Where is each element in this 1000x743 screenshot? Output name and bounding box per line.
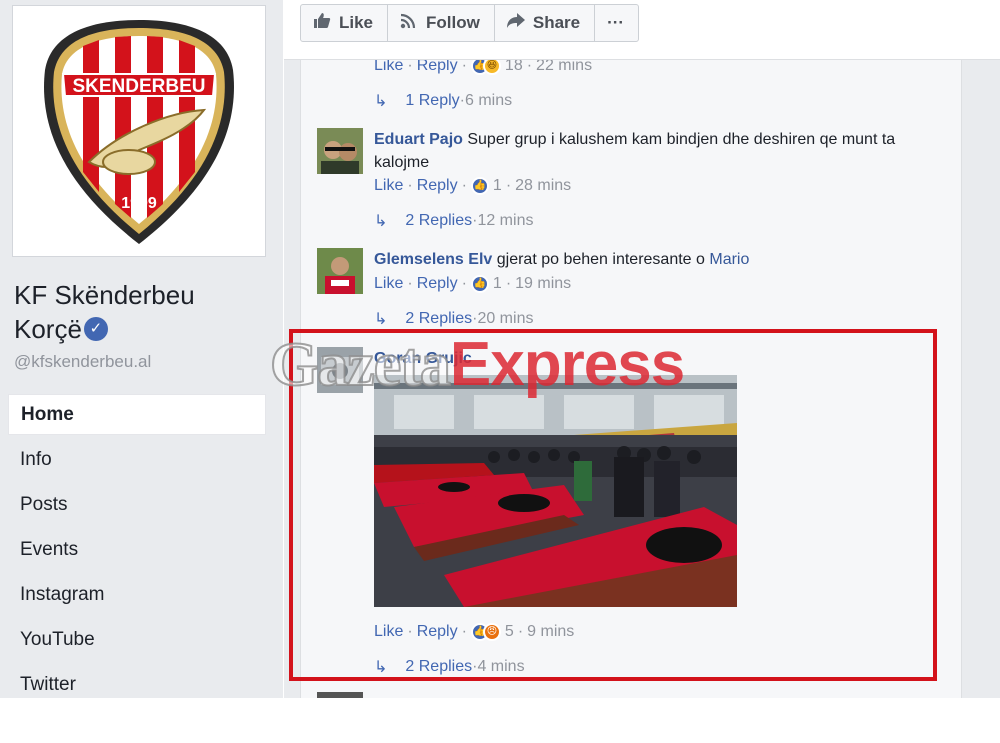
page-navigation: Home Info Posts Events Instagram YouTube… bbox=[8, 394, 266, 709]
like-page-label: Like bbox=[339, 13, 374, 32]
more-options-button[interactable]: ··· bbox=[595, 5, 638, 41]
rss-icon bbox=[400, 13, 418, 34]
watermark: GazetaExpress bbox=[269, 330, 685, 400]
mention-link[interactable]: Mario bbox=[709, 251, 749, 268]
comment-author[interactable]: Glemselens Elv bbox=[374, 251, 492, 268]
comment-time[interactable]: 22 mins bbox=[536, 60, 592, 75]
watermark-gazeta: Gazeta bbox=[269, 330, 452, 400]
comment-time[interactable]: 28 mins bbox=[515, 177, 571, 195]
comment-like-link[interactable]: Like bbox=[374, 275, 403, 293]
replies-time: 20 mins bbox=[477, 310, 534, 327]
reply-arrow-icon: ↳ bbox=[374, 213, 388, 230]
like-reaction-icon: 👍 bbox=[470, 275, 489, 293]
like-page-button[interactable]: Like bbox=[301, 5, 389, 41]
page-title[interactable]: KF Skënderbeu Korçë ✓ bbox=[14, 278, 264, 346]
comment-text: gjerat po behen interesante o bbox=[496, 251, 710, 268]
crest-banner-text: SKENDERBEU bbox=[72, 76, 205, 97]
replies-time: 12 mins bbox=[477, 212, 534, 229]
comment-actions: Like · Reply · 👍 😆 18 · 22 mins bbox=[374, 60, 592, 75]
crest-year-text: 1909 bbox=[121, 195, 157, 212]
nav-item-youtube[interactable]: YouTube bbox=[8, 619, 266, 664]
comment-time[interactable]: 19 mins bbox=[515, 275, 571, 293]
nav-item-home[interactable]: Home bbox=[8, 394, 266, 435]
comment-author[interactable]: Eduart Pajo bbox=[374, 131, 463, 148]
left-sidebar: SKENDERBEU 1909 KF Skënderbeu Korçë ✓ @kf… bbox=[0, 0, 283, 698]
comment-like-link[interactable]: Like bbox=[374, 60, 403, 75]
view-replies[interactable]: ↳ 1 Reply · 6 mins bbox=[374, 91, 512, 111]
page-handle[interactable]: @kfskenderbeu.al bbox=[14, 352, 151, 372]
comment-reply-link[interactable]: Reply bbox=[417, 177, 458, 195]
share-page-button[interactable]: Share bbox=[495, 5, 596, 41]
nav-item-instagram[interactable]: Instagram bbox=[8, 574, 266, 619]
profile-picture[interactable]: SKENDERBEU 1909 bbox=[12, 5, 266, 257]
facebook-page: SKENDERBEU 1909 KF Skënderbeu Korçë ✓ @kf… bbox=[0, 0, 1000, 743]
share-arrow-icon bbox=[506, 13, 525, 33]
thumbs-up-icon bbox=[313, 12, 331, 34]
reaction-count[interactable]: 18 bbox=[505, 60, 523, 75]
avatar[interactable] bbox=[317, 692, 363, 698]
comment-body: Eduart Pajo Super grup i kalushem kam bi… bbox=[374, 128, 934, 174]
reply-arrow-icon: ↳ bbox=[374, 311, 388, 328]
haha-reaction-icon: 😆 bbox=[482, 60, 501, 75]
comment-reply-link[interactable]: Reply bbox=[417, 60, 458, 75]
verified-check-icon: ✓ bbox=[83, 317, 108, 342]
avatar[interactable] bbox=[317, 248, 363, 294]
page-action-bar: Like Follow Share ··· bbox=[284, 0, 1000, 60]
follow-page-button[interactable]: Follow bbox=[388, 5, 495, 41]
replies-time: 6 mins bbox=[464, 92, 513, 109]
reply-arrow-icon: ↳ bbox=[374, 93, 388, 110]
nav-item-events[interactable]: Events bbox=[8, 529, 266, 574]
club-crest-logo: SKENDERBEU 1909 bbox=[44, 20, 234, 244]
follow-page-label: Follow bbox=[426, 13, 480, 32]
nav-item-info[interactable]: Info bbox=[8, 439, 266, 484]
action-button-group: Like Follow Share ··· bbox=[300, 4, 640, 42]
nav-item-posts[interactable]: Posts bbox=[8, 484, 266, 529]
comment-like-link[interactable]: Like bbox=[374, 177, 403, 195]
replies-link[interactable]: 2 Replies bbox=[405, 310, 472, 328]
like-reaction-icon: 👍 bbox=[470, 177, 489, 195]
nav-item-twitter[interactable]: Twitter bbox=[8, 664, 266, 709]
view-replies[interactable]: ↳ 2 Replies · 12 mins bbox=[374, 211, 533, 231]
comment-actions: Like · Reply · 👍 1 · 28 mins bbox=[374, 177, 572, 195]
reaction-count[interactable]: 1 bbox=[493, 275, 502, 293]
reaction-count[interactable]: 1 bbox=[493, 177, 502, 195]
replies-link[interactable]: 2 Replies bbox=[405, 212, 472, 230]
replies-link[interactable]: 1 Reply bbox=[405, 92, 459, 110]
comment-actions: Like · Reply · 👍 1 · 19 mins bbox=[374, 275, 572, 293]
comment-reply-link[interactable]: Reply bbox=[417, 275, 458, 293]
avatar[interactable] bbox=[317, 128, 363, 174]
view-replies[interactable]: ↳ 2 Replies · 20 mins bbox=[374, 309, 533, 329]
watermark-express: Express bbox=[449, 330, 685, 399]
share-page-label: Share bbox=[532, 13, 581, 32]
comment-body: Glemselens Elv gjerat po behen interesan… bbox=[374, 248, 934, 271]
